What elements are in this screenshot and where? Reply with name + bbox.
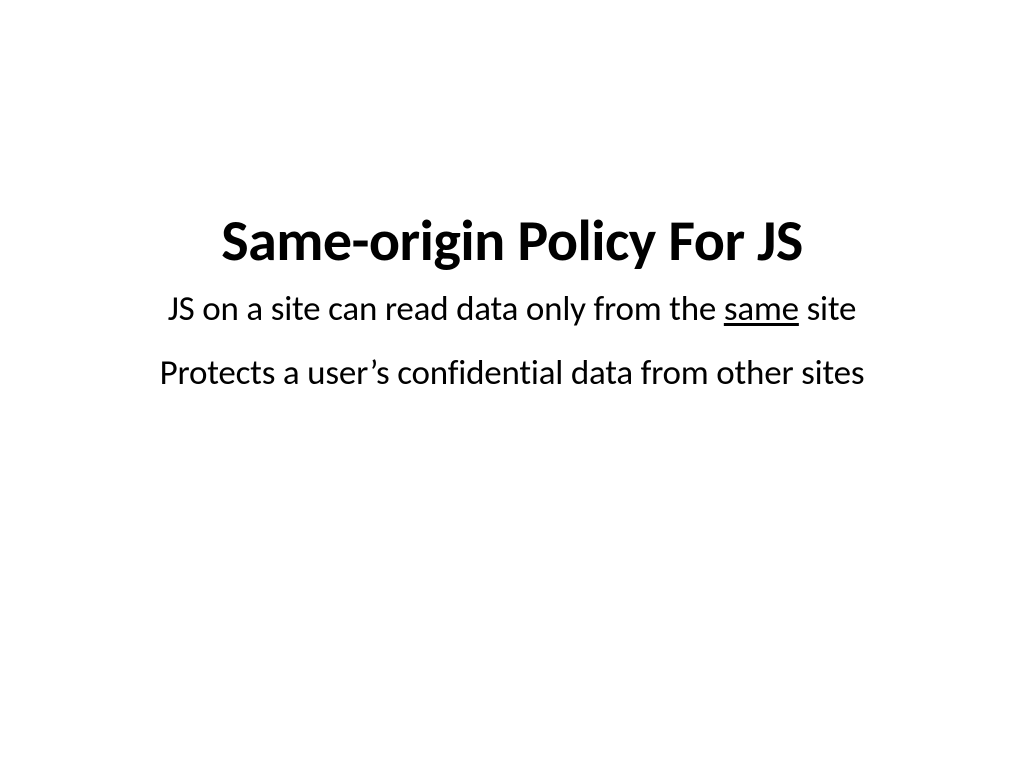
subtitle-text-underlined: same: [724, 288, 799, 330]
subtitle-text-before: JS on a site can read data only from the: [168, 288, 724, 330]
slide-container: Same-origin Policy For JS JS on a site c…: [0, 0, 1024, 768]
slide-body-line: Protects a user’s confidential data from…: [160, 352, 865, 394]
slide-subtitle: JS on a site can read data only from the…: [168, 288, 857, 330]
subtitle-text-after: site: [799, 288, 856, 330]
slide-title: Same-origin Policy For JS: [221, 205, 803, 276]
